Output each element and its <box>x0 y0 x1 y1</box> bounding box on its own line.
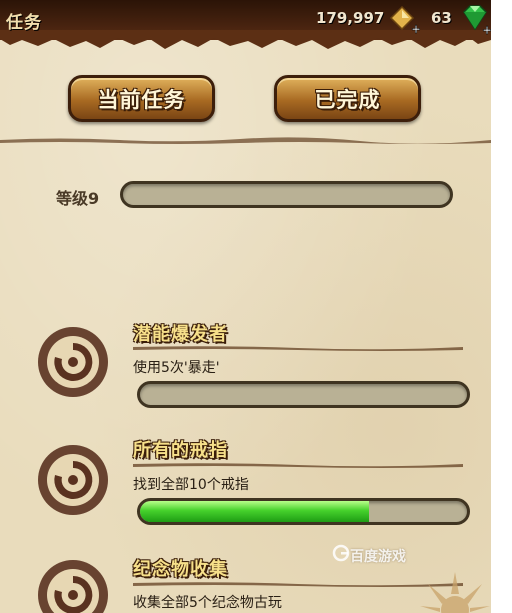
quest-title: 纪念物收集 <box>133 559 228 580</box>
tab-current-tasks[interactable]: 当前任务 <box>68 75 215 122</box>
quest-divider <box>133 463 463 468</box>
quest-divider <box>133 582 463 587</box>
level-label: 等级9 <box>56 189 100 208</box>
watermark: 百度游戏 <box>350 549 406 565</box>
baidu-logo-icon <box>332 544 350 562</box>
sun-emblem-icon <box>420 572 490 613</box>
screen-title: 任务 <box>6 13 42 33</box>
game-screen: 任务 179,997 + 63 + 当前任务 已完成 等级9 潜能爆发者 使用5… <box>0 0 491 613</box>
level-progress-bar <box>120 181 453 208</box>
quest-progress-bar <box>137 498 470 525</box>
quest-divider <box>133 346 463 351</box>
divider <box>0 137 491 144</box>
quest-description: 找到全部10个戒指 <box>133 477 249 493</box>
quest-progress-fill <box>140 501 369 522</box>
svg-text:+: + <box>411 22 420 34</box>
quest-description: 使用5次'暴走' <box>133 360 220 376</box>
svg-text:+: + <box>482 23 491 35</box>
quest-title: 所有的戒指 <box>133 440 228 461</box>
swirl-emblem-icon <box>38 445 108 515</box>
quest-description: 收集全部5个纪念物古玩 <box>133 595 282 611</box>
coin-count: 179,997 <box>316 9 385 27</box>
swirl-emblem-icon <box>38 560 108 613</box>
tab-completed[interactable]: 已完成 <box>274 75 421 122</box>
gem-count: 63 <box>431 9 452 27</box>
quest-progress-bar <box>137 381 470 408</box>
swirl-emblem-icon <box>38 327 108 397</box>
green-gem-plus-icon[interactable]: + <box>458 3 491 35</box>
gold-diamond-plus-icon[interactable]: + <box>388 4 420 34</box>
quest-title: 潜能爆发者 <box>133 324 228 345</box>
